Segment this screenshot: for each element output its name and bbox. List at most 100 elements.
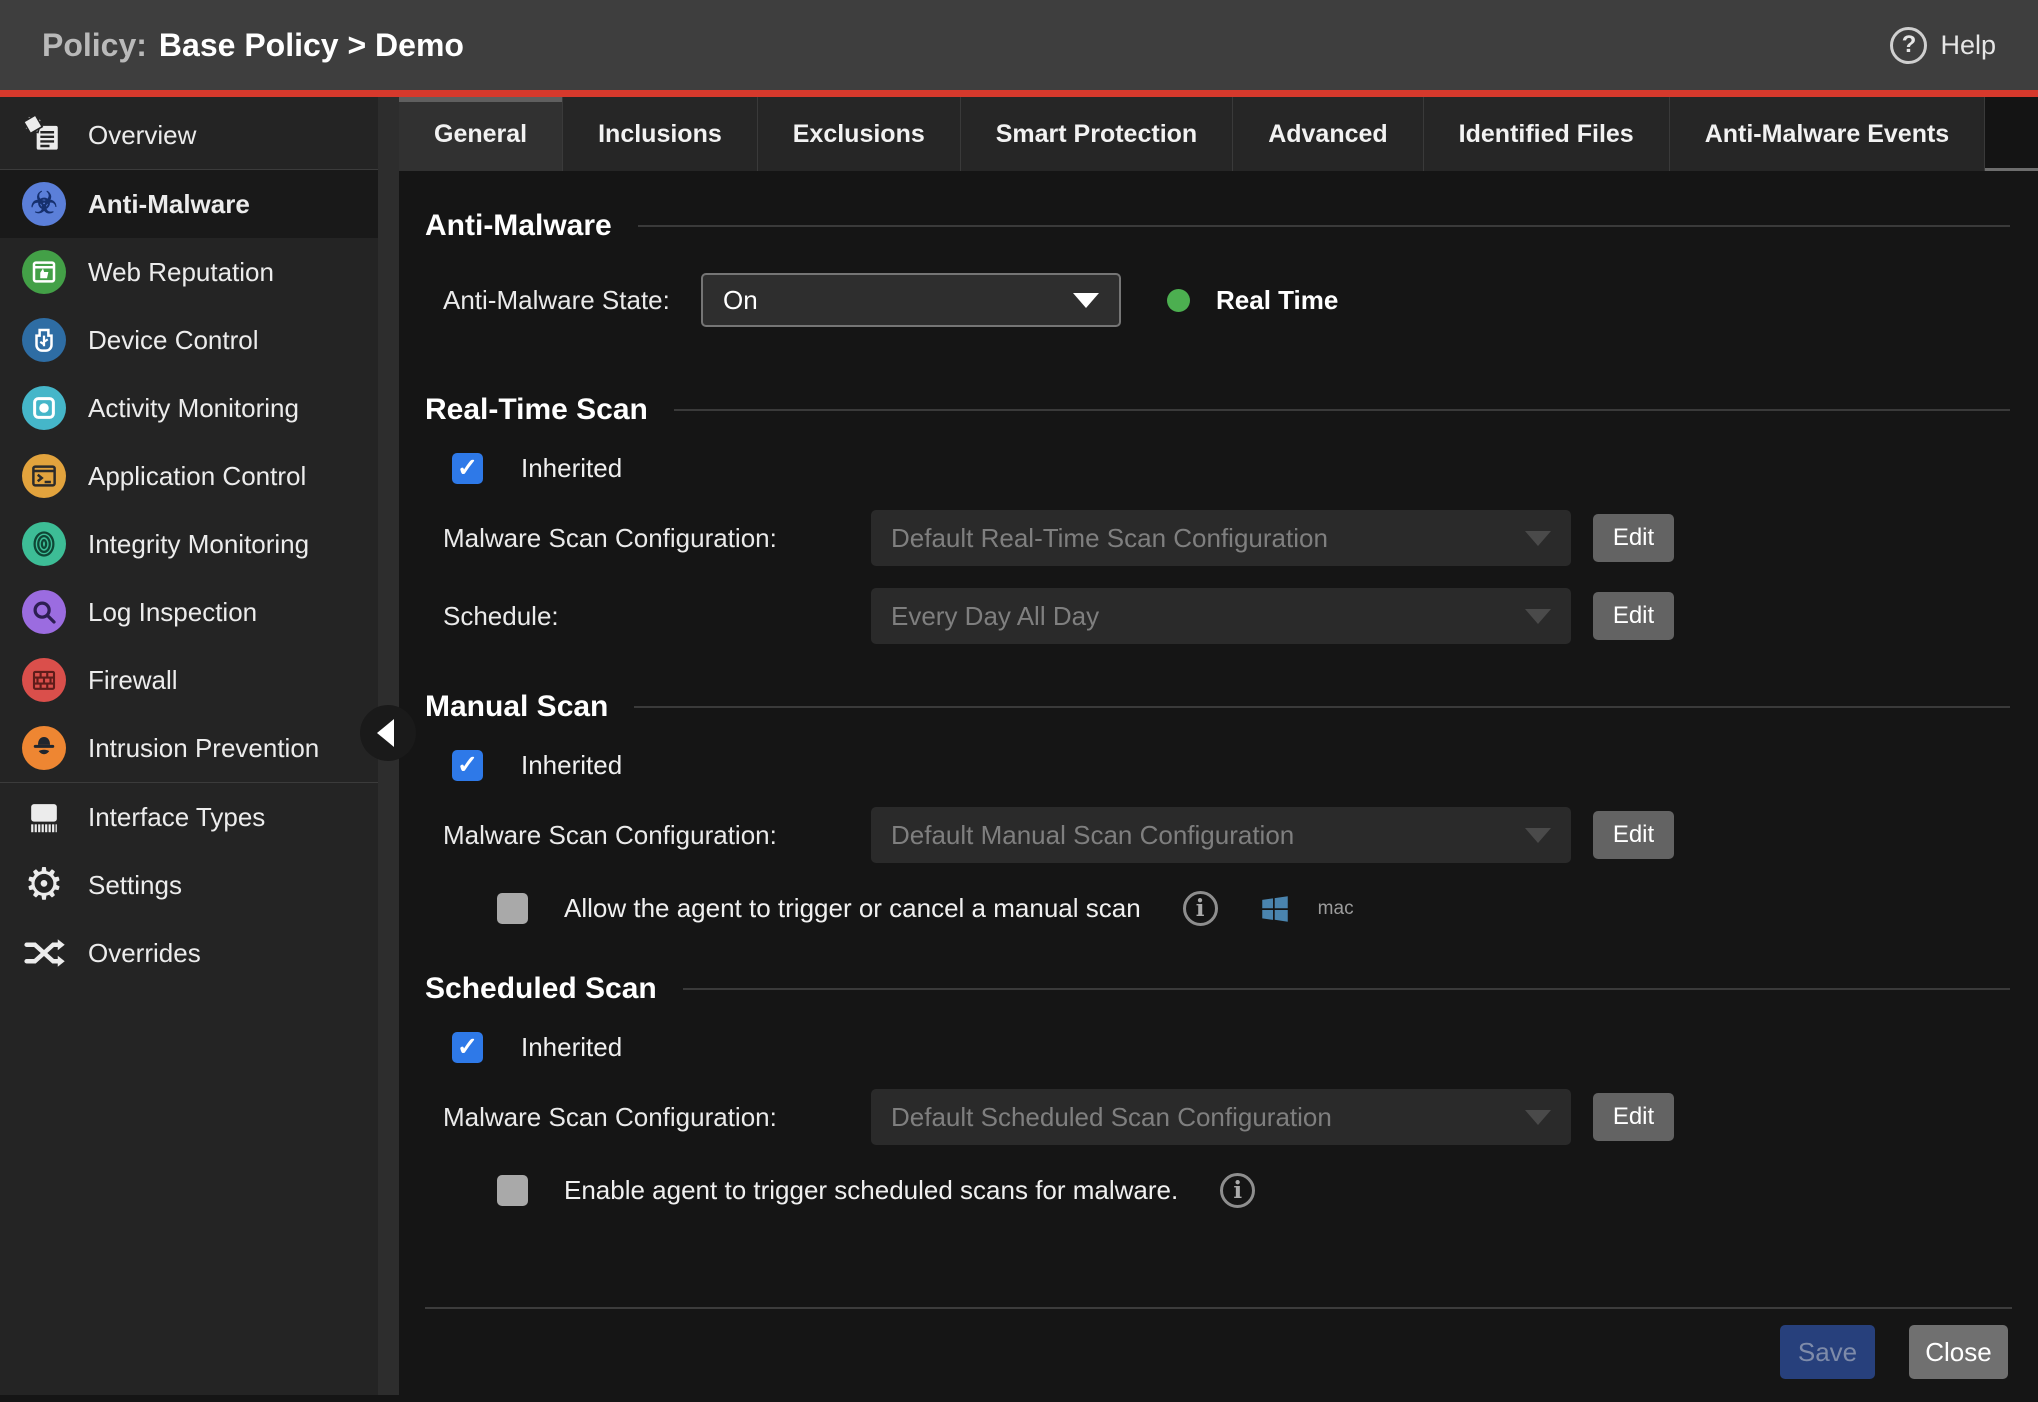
activity-monitor-icon (22, 386, 66, 430)
chevron-down-icon (1073, 293, 1099, 308)
chevron-left-icon (377, 719, 394, 747)
brick-wall-icon (22, 658, 66, 702)
close-button[interactable]: Close (1909, 1325, 2008, 1379)
tab-general[interactable]: General (399, 97, 563, 171)
sidebar-item-device-control[interactable]: Device Control (0, 306, 378, 374)
section-divider (634, 706, 2010, 708)
chevron-down-icon (1525, 609, 1551, 624)
sidebar-resize-gutter[interactable] (378, 97, 399, 1395)
selected-option: Default Manual Scan Configuration (891, 820, 1294, 851)
overview-icon (20, 113, 68, 157)
web-reputation-icon (22, 250, 66, 294)
tab-anti-malware-events[interactable]: Anti-Malware Events (1670, 97, 1986, 171)
spy-icon (22, 726, 66, 770)
anti-malware-state-row: Anti-Malware State: On Real Time (443, 273, 2010, 327)
sidebar-item-label: Interface Types (88, 802, 265, 833)
anti-malware-status: Real Time (1167, 285, 1338, 316)
anti-malware-state-select[interactable]: On (701, 273, 1121, 327)
sidebar-collapse-button[interactable] (360, 705, 416, 761)
info-icon[interactable]: i (1183, 891, 1218, 926)
sidebar-item-activity-monitoring[interactable]: Activity Monitoring (0, 374, 378, 442)
tab-inclusions[interactable]: Inclusions (563, 97, 758, 171)
selected-option: Default Real-Time Scan Configuration (891, 523, 1328, 554)
anti-malware-state-label: Anti-Malware State: (443, 285, 701, 316)
sidebar-item-label: Device Control (88, 325, 259, 356)
sidebar-item-log-inspection[interactable]: Log Inspection (0, 578, 378, 646)
sidebar-item-application-control[interactable]: Application Control (0, 442, 378, 510)
scheduled-trigger-row: Enable agent to trigger scheduled scans … (497, 1173, 2010, 1208)
sidebar-item-label: Anti-Malware (88, 189, 250, 220)
tab-identified-files[interactable]: Identified Files (1424, 97, 1670, 171)
edit-config-button[interactable]: Edit (1593, 1093, 1674, 1141)
allow-agent-trigger-checkbox[interactable] (497, 893, 528, 924)
real-time-config-row: Malware Scan Configuration: Default Real… (443, 510, 2010, 566)
page-title-prefix: Policy: (42, 27, 147, 63)
sidebar-item-label: Activity Monitoring (88, 393, 299, 424)
selected-option: On (723, 285, 758, 316)
windows-logo-icon (1258, 892, 1292, 926)
sidebar-item-firewall[interactable]: Firewall (0, 646, 378, 714)
inherited-label: Inherited (521, 453, 622, 484)
info-icon[interactable]: i (1220, 1173, 1255, 1208)
tab-bar: General Inclusions Exclusions Smart Prot… (399, 97, 2038, 171)
content-panel: General Inclusions Exclusions Smart Prot… (399, 97, 2038, 1395)
sidebar-item-label: Overview (88, 120, 196, 151)
edit-schedule-button[interactable]: Edit (1593, 592, 1674, 640)
edit-config-button[interactable]: Edit (1593, 811, 1674, 859)
section-title: Anti-Malware (425, 209, 612, 243)
tab-bar-filler (1985, 97, 2038, 171)
sidebar-item-label: Overrides (88, 938, 201, 969)
check-icon: ✓ (457, 1035, 478, 1060)
help-icon: ? (1890, 27, 1927, 64)
check-icon: ✓ (457, 456, 478, 481)
sidebar-item-label: Firewall (88, 665, 178, 696)
edit-config-button[interactable]: Edit (1593, 514, 1674, 562)
gear-icon: ⚙ (20, 863, 68, 907)
scheduled-config-row: Malware Scan Configuration: Default Sche… (443, 1089, 2010, 1145)
sidebar-item-interface-types[interactable]: Interface Types (0, 783, 378, 851)
manual-config-row: Malware Scan Configuration: Default Manu… (443, 807, 2010, 863)
tab-smart-protection[interactable]: Smart Protection (961, 97, 1233, 171)
help-label: Help (1940, 30, 1996, 61)
inherited-checkbox[interactable]: ✓ (452, 453, 483, 484)
tab-exclusions[interactable]: Exclusions (758, 97, 961, 171)
manual-trigger-row: Allow the agent to trigger or cancel a m… (497, 891, 2010, 926)
tab-advanced[interactable]: Advanced (1233, 97, 1423, 171)
inherited-label: Inherited (521, 750, 622, 781)
section-divider (674, 409, 2010, 411)
malware-scan-config-label: Malware Scan Configuration: (443, 1102, 871, 1133)
section-title: Manual Scan (425, 690, 608, 724)
page-title: Policy:Base Policy > Demo (42, 27, 464, 64)
shuffle-icon (20, 931, 68, 975)
chevron-down-icon (1525, 828, 1551, 843)
sidebar-item-settings[interactable]: ⚙ Settings (0, 851, 378, 919)
selected-option: Every Day All Day (891, 601, 1099, 632)
save-button[interactable]: Save (1780, 1325, 1875, 1379)
status-dot-green (1167, 289, 1190, 312)
enable-agent-trigger-checkbox[interactable] (497, 1175, 528, 1206)
inherited-checkbox[interactable]: ✓ (452, 1032, 483, 1063)
biohazard-icon: ☣ (22, 182, 66, 226)
sidebar-item-intrusion-prevention[interactable]: Intrusion Prevention (0, 714, 378, 782)
magnifier-icon (22, 590, 66, 634)
malware-scan-config-select: Default Manual Scan Configuration (871, 807, 1571, 863)
inherited-checkbox[interactable]: ✓ (452, 750, 483, 781)
anti-malware-section-header: Anti-Malware (425, 209, 2010, 243)
schedule-label: Schedule: (443, 601, 871, 632)
sidebar-item-label: Settings (88, 870, 182, 901)
sidebar-item-overrides[interactable]: Overrides (0, 919, 378, 987)
real-time-schedule-row: Schedule: Every Day All Day Edit (443, 588, 2010, 644)
sidebar-item-anti-malware[interactable]: ☣ Anti-Malware (0, 170, 378, 238)
help-button[interactable]: ? Help (1890, 27, 1996, 64)
sidebar-item-overview[interactable]: Overview (0, 101, 378, 169)
sidebar-item-web-reputation[interactable]: Web Reputation (0, 238, 378, 306)
mac-platform-label: mac (1318, 898, 1354, 920)
terminal-icon (22, 454, 66, 498)
malware-scan-config-select: Default Real-Time Scan Configuration (871, 510, 1571, 566)
enable-agent-trigger-label: Enable agent to trigger scheduled scans … (564, 1175, 1178, 1206)
manual-inherited-row: ✓ Inherited (452, 750, 2010, 781)
scheduled-scan-section-header: Scheduled Scan (425, 972, 2010, 1006)
sidebar-item-integrity-monitoring[interactable]: Integrity Monitoring (0, 510, 378, 578)
manual-scan-section-header: Manual Scan (425, 690, 2010, 724)
fingerprint-icon (22, 522, 66, 566)
